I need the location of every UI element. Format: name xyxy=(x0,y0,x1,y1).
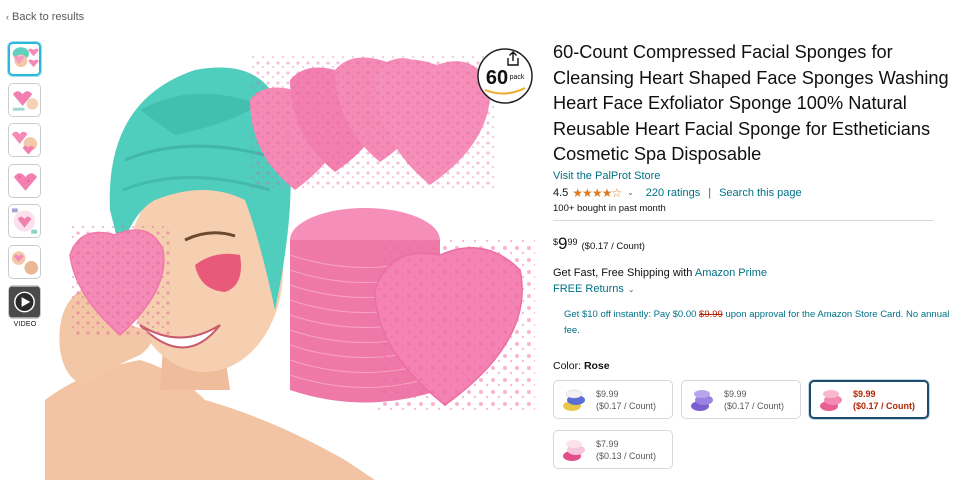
color-label-prefix: Color: xyxy=(553,359,584,372)
free-returns-link[interactable]: FREE Returns ⌄ xyxy=(553,283,958,295)
swatch-price: $9.99 xyxy=(853,388,876,399)
shipping-bold: Fast, Free Shipping xyxy=(573,266,670,279)
badge-word: pack xyxy=(510,74,525,81)
chevron-down-icon[interactable]: ⌄ xyxy=(627,188,634,197)
share-icon[interactable] xyxy=(506,51,520,67)
star-rating-icon[interactable]: ★★★★☆ xyxy=(572,186,622,200)
chevron-left-icon: ‹ xyxy=(6,12,9,22)
swatch-2[interactable]: $9.99 ($0.17 / Count) xyxy=(681,380,801,419)
returns-label: FREE Returns xyxy=(553,282,624,295)
swatch-unit: ($0.17 / Count) xyxy=(853,400,916,411)
main-product-image[interactable]: 60 pack xyxy=(45,40,542,480)
video-label: VIDEO xyxy=(13,320,37,328)
swatch-image xyxy=(820,389,842,411)
swatch-image xyxy=(691,389,713,411)
swatch-image xyxy=(563,389,585,411)
color-selector-label: Color: Rose xyxy=(553,360,958,372)
rating-value: 4.5 xyxy=(553,186,569,199)
rating-row: 4.5 ★★★★☆ ⌄ 220 ratings | Search this pa… xyxy=(553,186,958,200)
thumbnail-1[interactable] xyxy=(8,42,41,76)
price-whole: 9 xyxy=(558,233,568,253)
thumbnail-4[interactable] xyxy=(8,163,41,198)
store-card-offer[interactable]: Get $10 off instantly: Pay $0.00 $9.99 u… xyxy=(553,307,953,339)
back-to-results-link[interactable]: ‹ Back to results xyxy=(6,11,84,23)
store-link[interactable]: Visit the PalProt Store xyxy=(553,170,958,182)
thumbnail-video[interactable] xyxy=(8,285,41,319)
thumbnail-strip: VIDEO xyxy=(8,42,42,328)
ratings-count-link[interactable]: 220 ratings xyxy=(646,187,700,199)
card-offer-text-a: Get $10 off instantly: Pay $0.00 xyxy=(564,308,700,320)
amazon-prime-link[interactable]: Amazon Prime xyxy=(695,267,767,279)
swatch-unit: ($0.17 / Count) xyxy=(724,400,785,411)
swatch-1[interactable]: $9.99 ($0.17 / Count) xyxy=(553,380,673,419)
swatch-unit: ($0.17 / Count) xyxy=(596,400,657,411)
card-offer-strike-price: $9.99 xyxy=(699,308,723,320)
swatch-unit: ($0.13 / Count) xyxy=(596,450,657,461)
badge-number: 60 xyxy=(486,67,508,89)
price: $ 9 99 ($0.17 / Count) xyxy=(553,233,958,253)
separator: | xyxy=(708,186,712,199)
divider xyxy=(553,219,934,221)
shipping-mid: with xyxy=(669,266,695,279)
thumbnail-5[interactable] xyxy=(8,204,41,238)
product-title: 60-Count Compressed Facial Sponges for C… xyxy=(553,42,949,165)
thumbnail-3[interactable] xyxy=(8,123,41,157)
swatch-image xyxy=(563,439,585,461)
shipping-info: Get Fast, Free Shipping with Amazon Prim… xyxy=(553,267,958,279)
bought-past-month: 100+ bought in past month xyxy=(553,202,666,214)
search-this-page-link[interactable]: Search this page xyxy=(719,187,802,199)
swatch-3-selected[interactable]: $9.99 ($0.17 / Count) xyxy=(809,380,929,419)
swatch-price: $9.99 xyxy=(724,388,747,399)
price-fraction: 99 xyxy=(567,236,578,247)
thumbnail-2[interactable] xyxy=(8,82,41,117)
shipping-prefix: Get xyxy=(553,266,574,279)
selected-color: Rose xyxy=(583,359,610,372)
chevron-down-icon: ⌄ xyxy=(627,284,635,294)
swatch-4[interactable]: $7.99 ($0.13 / Count) xyxy=(553,430,673,469)
thumbnail-6[interactable] xyxy=(8,244,41,279)
product-info: 60-Count Compressed Facial Sponges for C… xyxy=(553,40,958,372)
price-per-unit: ($0.17 / Count) xyxy=(581,240,645,252)
back-label: Back to results xyxy=(12,11,85,23)
swatch-price: $7.99 xyxy=(596,438,619,449)
swatch-price: $9.99 xyxy=(596,388,619,399)
